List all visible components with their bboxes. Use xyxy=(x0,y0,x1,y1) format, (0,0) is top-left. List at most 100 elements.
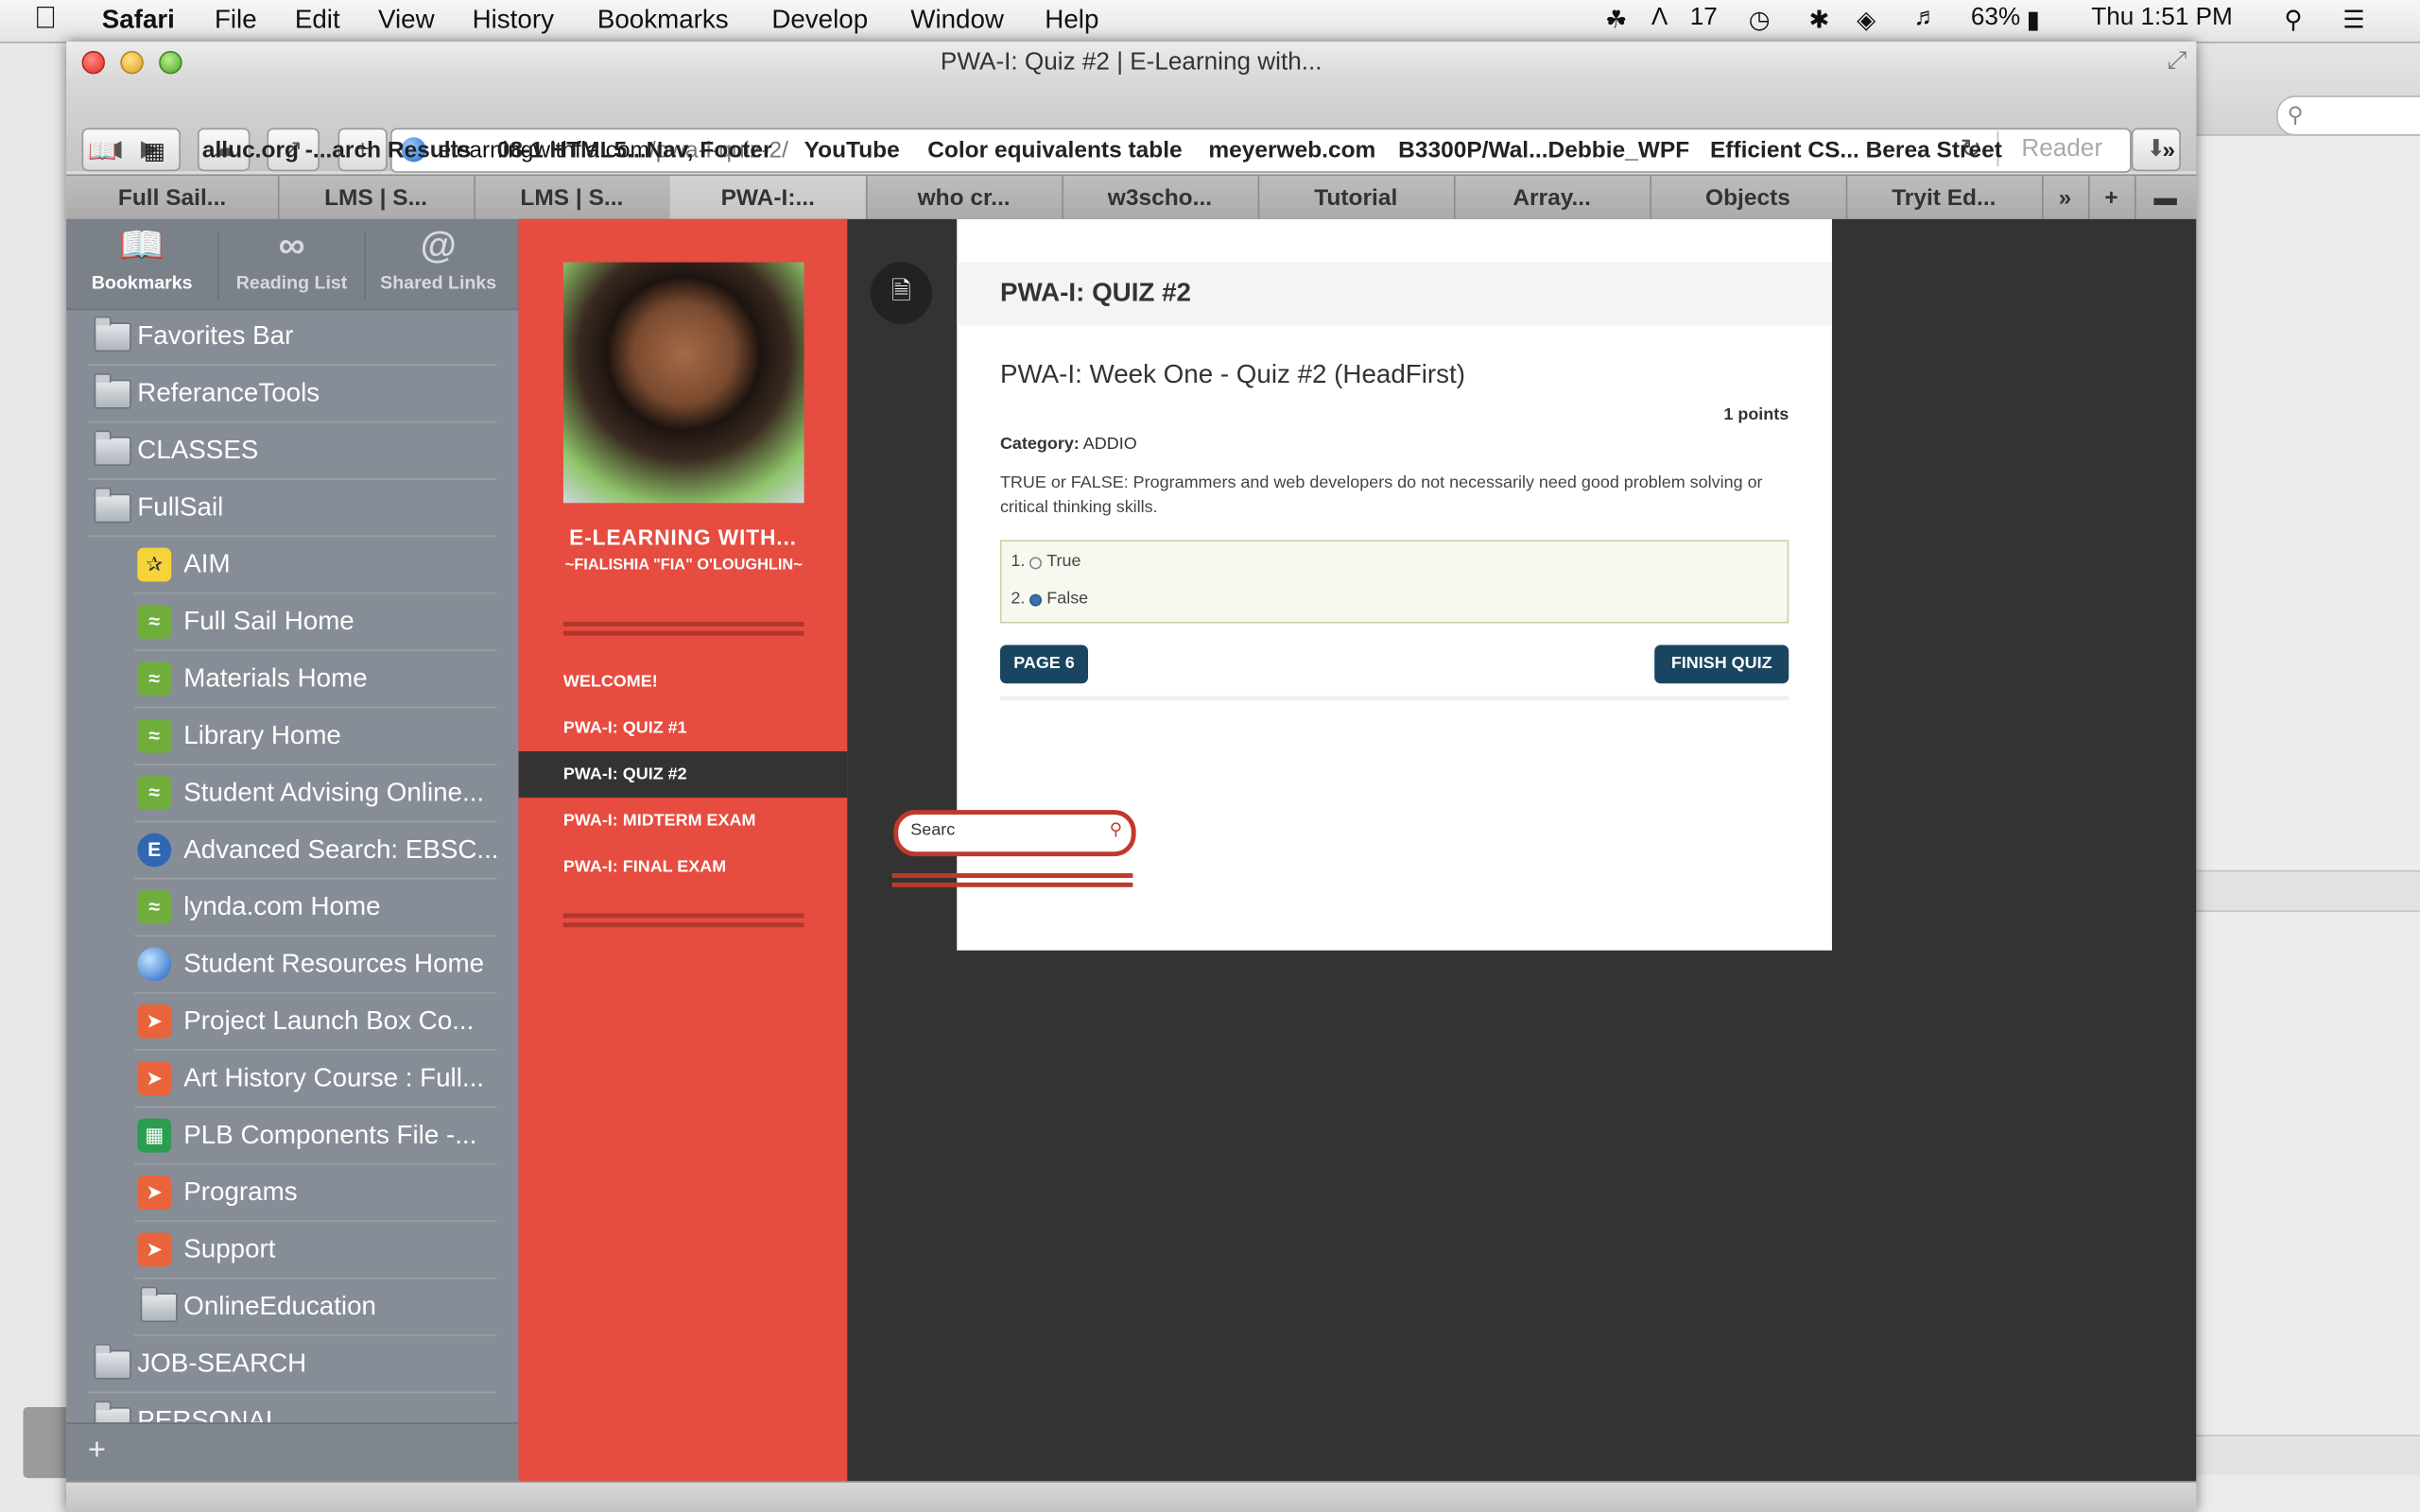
folder-icon xyxy=(94,373,131,409)
tab[interactable]: LMS | S... xyxy=(278,176,475,221)
time-machine-icon[interactable]: ◷ xyxy=(1749,5,1771,36)
battery-icon[interactable]: ▮ xyxy=(2027,5,2040,36)
menu-app[interactable]: Safari xyxy=(102,5,175,36)
adobe-icon[interactable]: Λ xyxy=(1651,5,1668,32)
sidebar-item-online-education[interactable]: OnlineEducation xyxy=(134,1279,497,1336)
sidebar-item-fullsail[interactable]: FullSail xyxy=(88,480,497,538)
battery-percent[interactable]: 63% xyxy=(1971,5,2020,32)
sidebar-tab-bookmarks[interactable]: 📖 Bookmarks xyxy=(69,222,214,307)
bookmark-item[interactable]: 08-1 HTML5...Nav, Footer xyxy=(497,137,772,163)
sidebar-item-advanced-search[interactable]: E Advanced Search: EBSC... xyxy=(134,822,499,880)
menu-bookmarks[interactable]: Bookmarks xyxy=(597,5,729,36)
bookmark-item[interactable]: Color equivalents table xyxy=(927,137,1182,163)
page-6-button[interactable]: PAGE 6 xyxy=(999,644,1089,684)
adobe-count[interactable]: 17 xyxy=(1690,5,1718,32)
sidebar-item-label: FullSail xyxy=(137,491,224,522)
bookmarks-sidebar: 📖 Bookmarks ∞ Reading List @ Shared Links F… xyxy=(66,218,519,1483)
aim-icon: ✰ xyxy=(137,547,172,582)
finish-quiz-button[interactable]: FINISH QUIZ xyxy=(1654,644,1789,684)
sidebar-tab-reading-list[interactable]: ∞ Reading List xyxy=(219,222,364,307)
bookmarks-bar: 📖 ▦ alluc.org -...arch Results 08-1 HTML… xyxy=(66,129,2196,174)
notification-center-icon[interactable]: ☰ xyxy=(2342,5,2364,36)
nav-final-exam[interactable]: PWA-I: FINAL EXAM xyxy=(519,844,848,890)
menu-file[interactable]: File xyxy=(215,5,257,36)
add-bookmark-folder-icon[interactable]: + xyxy=(88,1434,106,1469)
more-tabs-icon[interactable]: » xyxy=(2042,176,2090,221)
bookmark-item[interactable]: Efficient CS... Berea Street xyxy=(1710,137,2002,163)
radio-button[interactable] xyxy=(1029,557,1043,570)
wifi-icon[interactable]: ◈ xyxy=(1857,5,1876,36)
sidebar-header: 📖 Bookmarks ∞ Reading List @ Shared Links xyxy=(66,218,519,311)
sidebar-item-project-launch-box[interactable]: ➤ Project Launch Box Co... xyxy=(134,993,497,1051)
volume-icon[interactable]: ♬ xyxy=(1913,5,1938,32)
answer-option-false[interactable]: 2. False xyxy=(1011,590,1088,609)
sidebar-item-label: PERSONAL xyxy=(137,1405,281,1423)
tab[interactable]: w3scho... xyxy=(1062,176,1260,221)
nav-label: PWA-I: QUIZ #2 xyxy=(562,765,687,784)
tab[interactable]: Tryit Ed... xyxy=(1846,176,2044,221)
answer-number: 2. xyxy=(1011,589,1026,609)
menu-edit[interactable]: Edit xyxy=(295,5,340,36)
sidebar-item-aim[interactable]: ✰ AIM xyxy=(134,537,497,594)
bookmark-item[interactable]: YouTube xyxy=(804,137,900,163)
sidebar-item-student-resources[interactable]: Student Resources Home xyxy=(134,936,497,994)
sidebar-item-art-history[interactable]: ➤ Art History Course : Full... xyxy=(134,1051,497,1108)
web-content: E-LEARNING WITH... ~FIALISHIA "FIA" O'LO… xyxy=(518,218,2197,1482)
tab[interactable]: Tutorial xyxy=(1258,176,1456,221)
sidebar-item-personal[interactable]: PERSONAL xyxy=(88,1393,497,1423)
tab-overview-icon[interactable]: ▬ xyxy=(2135,176,2196,220)
nav-quiz-2[interactable]: PWA-I: QUIZ #2 xyxy=(518,751,848,799)
bookmark-item[interactable]: meyerweb.com xyxy=(1208,137,1375,163)
desktop-app-icon[interactable] xyxy=(23,1406,70,1479)
fullscreen-icon[interactable]: ⤢ xyxy=(2168,48,2187,76)
sidebar-tab-label: Shared Links xyxy=(380,271,497,294)
site-title[interactable]: E-LEARNING WITH... xyxy=(519,524,848,549)
more-bookmarks-icon[interactable]: » xyxy=(2162,137,2175,163)
menu-bar:  Safari File Edit View History Bookmark… xyxy=(0,0,2420,43)
clock[interactable]: Thu 1:51 PM xyxy=(2091,5,2233,32)
menu-develop[interactable]: Develop xyxy=(771,5,868,36)
sidebar-item-student-advising[interactable]: ≈ Student Advising Online... xyxy=(134,765,497,823)
background-search-field[interactable]: ⚲ xyxy=(2276,95,2420,136)
sidebar-item-lynda[interactable]: ≈ lynda.com Home xyxy=(134,880,497,937)
spotlight-search-icon[interactable]: ⚲ xyxy=(2284,5,2302,36)
new-tab-plus-icon[interactable]: + xyxy=(2088,176,2136,221)
tab[interactable]: who cr... xyxy=(866,176,1063,221)
nav-midterm-exam[interactable]: PWA-I: MIDTERM EXAM xyxy=(519,798,848,844)
sidebar-tab-shared-links[interactable]: @ Shared Links xyxy=(366,222,510,307)
sidebar-item-favorites-bar[interactable]: Favorites Bar xyxy=(88,309,497,366)
tab-active[interactable]: PWA-I:... xyxy=(669,176,868,221)
search-icon[interactable]: ⚲ xyxy=(1110,819,1122,840)
radio-button-selected[interactable] xyxy=(1029,593,1043,607)
site-search[interactable]: ⚲ xyxy=(893,810,1136,857)
menu-help[interactable]: Help xyxy=(1045,5,1098,36)
sidebar-item-plb-components[interactable]: ▦ PLB Components File -... xyxy=(134,1108,497,1165)
sidebar-item-label: Project Launch Box Co... xyxy=(183,1005,475,1036)
sidebar-item-library-home[interactable]: ≈ Library Home xyxy=(134,708,497,765)
nav-welcome[interactable]: WELCOME! xyxy=(519,659,848,705)
bookmark-item[interactable]: B3300P/Wal...Debbie_WPF xyxy=(1398,137,1689,163)
menu-history[interactable]: History xyxy=(473,5,554,36)
tab[interactable]: Array... xyxy=(1454,176,1651,221)
tab[interactable]: Objects xyxy=(1650,176,1848,221)
sidebar-item-job-search[interactable]: JOB-SEARCH xyxy=(88,1336,497,1394)
sidebar-item-referancetools[interactable]: ReferanceTools xyxy=(88,366,497,423)
bluetooth-icon[interactable]: ✱ xyxy=(1808,5,1829,36)
menu-window[interactable]: Window xyxy=(910,5,1004,36)
sidebar-item-programs[interactable]: ➤ Programs xyxy=(134,1165,497,1223)
tab[interactable]: Full Sail... xyxy=(66,176,280,221)
apple-icon[interactable]:  xyxy=(34,2,57,38)
top-sites-icon[interactable]: ▦ xyxy=(144,137,165,165)
menu-view[interactable]: View xyxy=(378,5,435,36)
tab[interactable]: LMS | S... xyxy=(474,176,672,221)
evernote-icon[interactable]: ☘ xyxy=(1605,5,1627,36)
sidebar-item-classes[interactable]: CLASSES xyxy=(88,422,497,480)
bookmark-item[interactable]: alluc.org -...arch Results xyxy=(202,137,471,163)
answer-option-true[interactable]: 1. True xyxy=(1011,552,1080,571)
sidebar-item-full-sail-home[interactable]: ≈ Full Sail Home xyxy=(134,594,497,651)
search-input[interactable] xyxy=(907,817,1099,843)
show-bookmarks-icon[interactable]: 📖 xyxy=(88,137,117,165)
nav-quiz-1[interactable]: PWA-I: QUIZ #1 xyxy=(519,705,848,751)
sidebar-item-support[interactable]: ➤ Support xyxy=(134,1222,497,1280)
sidebar-item-materials-home[interactable]: ≈ Materials Home xyxy=(134,651,497,709)
